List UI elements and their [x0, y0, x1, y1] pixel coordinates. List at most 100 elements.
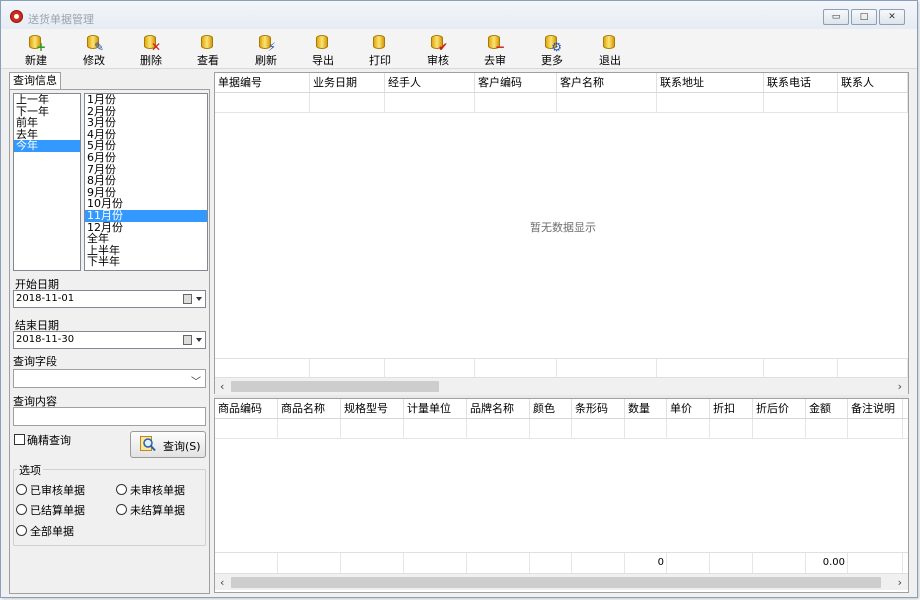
edit-button[interactable]: ✎ 修改 [69, 31, 119, 67]
column-header[interactable]: 联系地址 [657, 73, 764, 92]
grid-cell[interactable] [753, 419, 806, 439]
exit-button[interactable]: 退出 [585, 31, 635, 67]
column-header[interactable]: 单价 [667, 399, 710, 418]
scroll-right-icon[interactable]: › [898, 576, 902, 589]
export-button[interactable]: 导出 [298, 31, 348, 67]
export-icon [313, 33, 333, 53]
grid-cell[interactable] [667, 419, 710, 439]
column-header[interactable]: 金额 [806, 399, 848, 418]
approve-button[interactable]: ✔ 审核 [413, 31, 463, 67]
grid-cell [467, 553, 530, 573]
scrollbar-thumb[interactable] [231, 381, 439, 392]
filter-row[interactable] [215, 93, 908, 113]
column-header[interactable]: 条形码 [572, 399, 625, 418]
query-field-select[interactable]: ﹀ [13, 369, 206, 388]
unapprove-icon: − [485, 33, 505, 53]
toolbar-label: 导出 [312, 54, 334, 67]
grid-cell[interactable] [215, 419, 278, 439]
grid-cell[interactable] [404, 419, 467, 439]
delete-button[interactable]: ✕ 删除 [126, 31, 176, 67]
column-header[interactable]: 计量单位 [404, 399, 467, 418]
grid-cell[interactable] [838, 93, 908, 113]
scroll-left-icon[interactable]: ‹ [220, 380, 224, 393]
scroll-right-icon[interactable]: › [898, 380, 902, 393]
grid-cell[interactable] [385, 93, 475, 113]
year-list-item[interactable]: 今年 [14, 140, 80, 152]
period-list-item[interactable]: 11月份 [85, 210, 207, 222]
print-button[interactable]: 打印 [355, 31, 405, 67]
grid-cell[interactable] [657, 93, 764, 113]
minimize-button[interactable]: ▭ [823, 9, 849, 25]
year-listbox[interactable]: 上一年 下一年 前年 去年 今年 [13, 93, 81, 271]
horizontal-scrollbar[interactable]: ‹ › [215, 377, 908, 394]
documents-grid[interactable]: 单据编号 业务日期 经手人 客户编码 客户名称 联系地址 联系电话 联系人 暂无数据显示 ‹ … [214, 72, 909, 394]
scrollbar-thumb[interactable] [231, 577, 881, 588]
grid-cell[interactable] [310, 93, 385, 113]
edit-icon: ✎ [84, 33, 104, 53]
year-list-item[interactable]: 上一年 [14, 94, 80, 106]
grid-cell[interactable] [215, 93, 310, 113]
horizontal-scrollbar[interactable]: ‹ › [215, 573, 908, 590]
period-list-item[interactable]: 6月份 [85, 152, 207, 164]
grid-cell[interactable] [467, 419, 530, 439]
filter-row[interactable] [215, 419, 908, 439]
grid-cell[interactable] [848, 419, 903, 439]
grid-cell[interactable] [475, 93, 557, 113]
column-header[interactable]: 颜色 [530, 399, 572, 418]
grid-cell[interactable] [278, 419, 341, 439]
unapprove-button[interactable]: − 去审 [470, 31, 520, 67]
grid-cell [215, 553, 278, 573]
grid-cell[interactable] [341, 419, 404, 439]
period-list-item[interactable]: 1月份 [85, 94, 207, 106]
column-header[interactable]: 联系人 [838, 73, 908, 92]
start-date-picker[interactable]: 2018-11-01 [13, 290, 206, 308]
period-list-item[interactable]: 8月份 [85, 175, 207, 187]
column-header[interactable]: 折扣 [710, 399, 753, 418]
column-header[interactable]: 商品名称 [278, 399, 341, 418]
radio-approved[interactable] [16, 484, 27, 495]
view-button[interactable]: 查看 [183, 31, 233, 67]
column-header[interactable]: 品牌名称 [467, 399, 530, 418]
grid-cell[interactable] [530, 419, 572, 439]
scroll-left-icon[interactable]: ‹ [220, 576, 224, 589]
maximize-button[interactable]: □ [851, 9, 877, 25]
column-header[interactable]: 业务日期 [310, 73, 385, 92]
details-grid[interactable]: 商品编码 商品名称 规格型号 计量单位 品牌名称 颜色 条形码 数量 单价 折扣 折后价 金额 备注说明… [214, 398, 909, 593]
period-list-item[interactable]: 下半年 [85, 256, 207, 268]
exact-query-checkbox[interactable] [14, 434, 25, 445]
grid-cell[interactable] [625, 419, 667, 439]
end-date-picker[interactable]: 2018-11-30 [13, 331, 206, 349]
column-header[interactable]: 数量 [625, 399, 667, 418]
radio-settled[interactable] [16, 504, 27, 515]
query-button[interactable]: 查询(S) [130, 431, 206, 458]
radio-unapproved[interactable] [116, 484, 127, 495]
close-button[interactable]: ✕ [879, 9, 905, 25]
refresh-button[interactable]: ⚡ 刷新 [241, 31, 291, 67]
column-header[interactable]: 商品编码 [215, 399, 278, 418]
column-header[interactable]: 单据编号 [215, 73, 310, 92]
period-list-item[interactable]: 全年 [85, 233, 207, 245]
grid-cell [385, 359, 475, 379]
grid-cell[interactable] [557, 93, 657, 113]
period-listbox[interactable]: 1月份 2月份 3月份 4月份 5月份 6月份 7月份 8月份 9月份 10月份 11月份 12月份全… [84, 93, 208, 271]
grid-cell[interactable] [710, 419, 753, 439]
more-button[interactable]: ⚙ 更多 [527, 31, 577, 67]
column-header[interactable]: 备注说明 [848, 399, 903, 418]
grid-cell[interactable] [764, 93, 838, 113]
new-button[interactable]: + 新建 [11, 31, 61, 67]
options-title: 选项 [17, 462, 43, 478]
column-header[interactable]: 经手人 [385, 73, 475, 92]
column-header[interactable]: 规格型号 [341, 399, 404, 418]
column-header[interactable]: 折后价 [753, 399, 806, 418]
radio-unsettled[interactable] [116, 504, 127, 515]
column-header[interactable]: 联系电话 [764, 73, 838, 92]
tab-query-info[interactable]: 查询信息 [9, 72, 61, 90]
toolbar-label: 修改 [83, 54, 105, 67]
grid-cell [557, 359, 657, 379]
query-content-input[interactable] [13, 407, 206, 426]
grid-cell[interactable] [572, 419, 625, 439]
column-header[interactable]: 客户编码 [475, 73, 557, 92]
radio-all[interactable] [16, 525, 27, 536]
column-header[interactable]: 客户名称 [557, 73, 657, 92]
grid-cell[interactable] [806, 419, 848, 439]
